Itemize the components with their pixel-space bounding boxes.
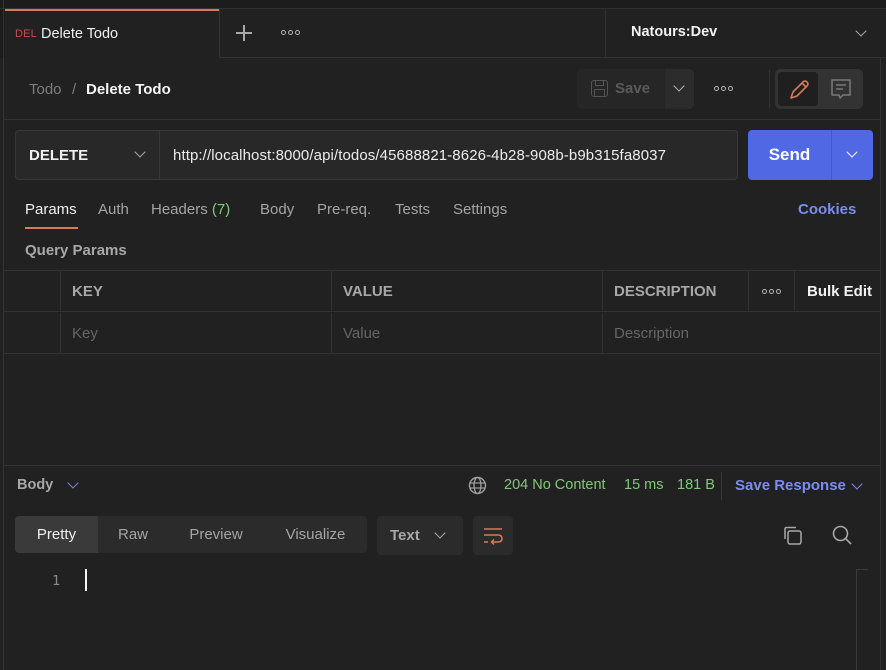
save-label: Save bbox=[615, 80, 651, 97]
ellipsis-icon bbox=[762, 289, 781, 294]
bulk-edit-button[interactable]: Bulk Edit bbox=[794, 271, 880, 312]
chevron-down-icon[interactable] bbox=[67, 477, 79, 489]
environment-name: Natours:Dev bbox=[631, 24, 718, 40]
tab-auth[interactable]: Auth bbox=[98, 201, 129, 218]
send-dropdown-button[interactable] bbox=[833, 130, 873, 180]
request-tab-delete-todo[interactable]: DEL Delete Todo bbox=[5, 9, 219, 59]
url-input[interactable] bbox=[161, 131, 736, 179]
param-key-input[interactable]: Key bbox=[60, 313, 331, 354]
response-status[interactable]: 204 No Content bbox=[504, 477, 606, 493]
pencil-icon bbox=[790, 80, 809, 99]
chevron-down-icon[interactable] bbox=[851, 478, 863, 490]
response-size[interactable]: 181 B bbox=[677, 477, 715, 493]
chevron-down-icon bbox=[855, 25, 867, 37]
postman-window: DEL Delete Todo Natours:Dev Todo / Delet… bbox=[0, 0, 886, 670]
edit-mode-button[interactable] bbox=[778, 72, 818, 106]
param-value-input[interactable]: Value bbox=[331, 313, 602, 354]
tab-body[interactable]: Body bbox=[260, 201, 294, 218]
tab-more-button[interactable] bbox=[281, 30, 300, 35]
response-time[interactable]: 15 ms bbox=[624, 477, 664, 493]
tab-pre-request[interactable]: Pre-req. bbox=[317, 201, 371, 218]
tab-params[interactable]: Params bbox=[25, 201, 77, 218]
chevron-down-icon bbox=[134, 146, 146, 158]
http-method-value: DELETE bbox=[29, 147, 89, 164]
headers-count-badge: (7) bbox=[211, 201, 231, 218]
floppy-disk-icon bbox=[591, 80, 608, 97]
ellipsis-icon-dot bbox=[714, 86, 719, 91]
chevron-down-icon bbox=[434, 527, 446, 539]
chevron-down-icon bbox=[846, 146, 858, 158]
breadcrumb-request-name[interactable]: Delete Todo bbox=[86, 81, 171, 98]
tab-method-badge: DEL bbox=[15, 28, 37, 40]
editor-scrollbar[interactable] bbox=[856, 569, 868, 670]
response-format-value: Text bbox=[390, 527, 420, 544]
request-more-button[interactable] bbox=[714, 86, 733, 91]
query-params-table: KEY VALUE DESCRIPTION Bulk Edit Key Valu… bbox=[4, 270, 880, 354]
view-visualize[interactable]: Visualize bbox=[264, 516, 367, 553]
response-body-editor[interactable]: 1 bbox=[4, 565, 880, 670]
wrap-lines-icon bbox=[484, 528, 503, 546]
wrap-lines-button[interactable] bbox=[473, 516, 513, 555]
http-method-select[interactable]: DELETE bbox=[16, 131, 160, 179]
tab-headers[interactable]: Headers (7) bbox=[151, 201, 230, 218]
status-divider bbox=[721, 472, 722, 500]
ellipsis-icon-dot bbox=[295, 30, 300, 35]
response-format-select[interactable]: Text bbox=[377, 516, 463, 555]
table-header-row: KEY VALUE DESCRIPTION Bulk Edit bbox=[4, 271, 880, 312]
save-dropdown-button[interactable] bbox=[665, 69, 694, 109]
active-tab-indicator bbox=[25, 227, 78, 229]
tab-headers-label: Headers bbox=[151, 201, 208, 218]
text-cursor bbox=[85, 569, 87, 591]
breadcrumb-collection[interactable]: Todo bbox=[29, 81, 62, 98]
tab-strip-empty bbox=[219, 9, 605, 58]
comments-button[interactable] bbox=[821, 72, 861, 106]
view-raw[interactable]: Raw bbox=[98, 516, 168, 553]
response-divider[interactable] bbox=[4, 465, 880, 466]
column-header-key: KEY bbox=[60, 271, 331, 312]
tab-settings[interactable]: Settings bbox=[453, 201, 507, 218]
ellipsis-icon-dot bbox=[728, 86, 733, 91]
search-icon[interactable] bbox=[830, 523, 854, 547]
send-button-group: Send bbox=[748, 130, 873, 180]
ellipsis-icon-dot bbox=[288, 30, 293, 35]
globe-icon[interactable] bbox=[468, 476, 487, 495]
copy-icon[interactable] bbox=[781, 524, 805, 548]
param-description-input[interactable]: Description bbox=[602, 313, 880, 354]
send-button[interactable]: Send bbox=[748, 130, 832, 180]
breadcrumb-separator: / bbox=[72, 81, 77, 98]
chevron-down-icon bbox=[673, 80, 685, 92]
table-more-button[interactable] bbox=[748, 271, 794, 312]
tab-bar: DEL Delete Todo Natours:Dev bbox=[0, 0, 886, 59]
save-button[interactable]: Save bbox=[577, 69, 665, 109]
comment-icon bbox=[831, 79, 851, 99]
new-tab-button[interactable] bbox=[233, 22, 255, 44]
save-button-group: Save bbox=[577, 69, 694, 109]
mode-toggle bbox=[775, 69, 863, 109]
tab-tests[interactable]: Tests bbox=[395, 201, 430, 218]
line-number: 1 bbox=[52, 573, 61, 589]
response-view-selector: Pretty Raw Preview Visualize bbox=[15, 516, 367, 553]
request-url-bar: DELETE bbox=[15, 130, 738, 180]
ellipsis-icon-dot bbox=[281, 30, 286, 35]
environment-selector[interactable]: Natours:Dev bbox=[605, 9, 886, 58]
column-header-description: DESCRIPTION bbox=[602, 271, 748, 312]
column-header-value: VALUE bbox=[331, 271, 602, 312]
header-divider bbox=[769, 70, 770, 108]
request-header: Todo / Delete Todo Save bbox=[4, 58, 880, 120]
table-row: Key Value Description bbox=[4, 313, 880, 354]
query-params-title: Query Params bbox=[25, 242, 127, 259]
response-body-label[interactable]: Body bbox=[17, 477, 53, 493]
tab-title: Delete Todo bbox=[41, 26, 119, 42]
ellipsis-icon-dot bbox=[721, 86, 726, 91]
view-preview[interactable]: Preview bbox=[168, 516, 264, 553]
cookies-link[interactable]: Cookies bbox=[798, 201, 856, 218]
view-pretty[interactable]: Pretty bbox=[15, 516, 98, 553]
right-border bbox=[880, 58, 881, 670]
save-response-button[interactable]: Save Response bbox=[735, 477, 846, 494]
